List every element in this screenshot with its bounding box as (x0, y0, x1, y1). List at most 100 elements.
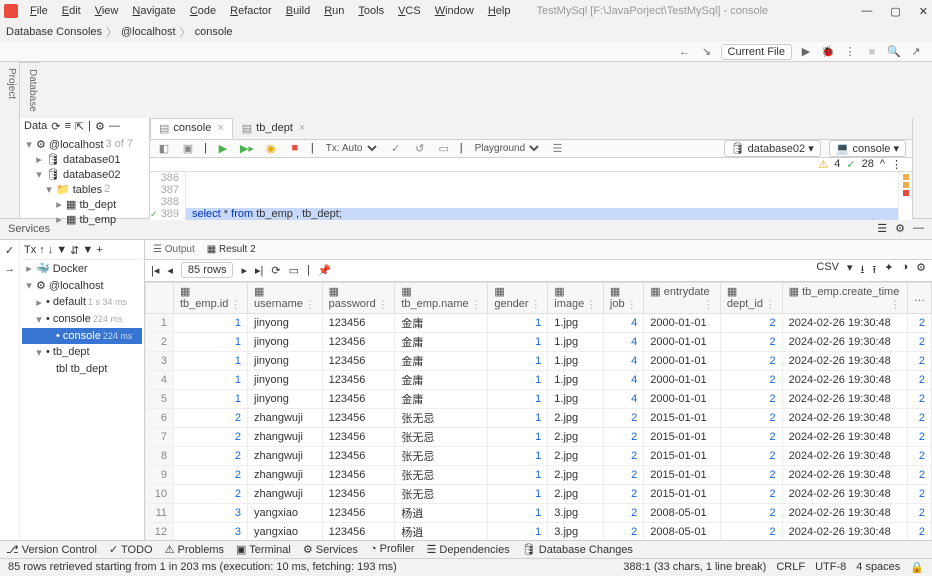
tool-btn[interactable]: ▣ (180, 142, 196, 155)
result-grid[interactable]: ▦ tb_emp.id ⋮▦ username ⋮▦ password ⋮▦ t… (145, 282, 932, 540)
toolwindow-version-control[interactable]: ⎇ Version Control (6, 543, 97, 556)
toolwindow-services[interactable]: ⚙ Services (303, 543, 358, 556)
menu-help[interactable]: Help (482, 3, 517, 19)
menu-run[interactable]: Run (318, 3, 350, 19)
tree-tables[interactable]: ▾📁 tables 2 (22, 182, 147, 197)
project-rail[interactable]: Project (0, 62, 20, 118)
gear-icon[interactable]: ⚙ (95, 120, 105, 133)
menu-window[interactable]: Window (429, 3, 480, 19)
table-row[interactable]: 41jinyong123456金庸11.jpg42000-01-0122024-… (146, 370, 932, 389)
settings-icon[interactable]: ⚙ (916, 261, 926, 280)
code-line[interactable] (186, 172, 898, 184)
code-line[interactable] (186, 184, 898, 196)
serv-tree-console[interactable]: ▾• console 224 ms (22, 311, 142, 328)
window-controls[interactable]: — ▢ ✕ (861, 5, 928, 18)
debug-icon[interactable]: 🐞 (820, 44, 836, 60)
code-line[interactable]: select * from tb_emp , tb_dept; (186, 208, 898, 220)
table-row[interactable]: 123yangxiao123456杨逍13.jpg22008-05-012202… (146, 522, 932, 540)
limit-icon[interactable]: ▭ (436, 142, 452, 155)
menu-code[interactable]: Code (184, 3, 222, 19)
serv-tree-tb_dept[interactable]: ▾• tb_dept (22, 344, 142, 361)
menu-build[interactable]: Build (280, 3, 316, 19)
close-icon[interactable]: ✕ (919, 5, 928, 18)
readonly-icon[interactable]: 🔒 (910, 561, 924, 574)
tree-database02[interactable]: ▾🛢 database02 (22, 167, 147, 182)
settings-icon[interactable]: ↗ (908, 44, 924, 60)
tree-tb_dept[interactable]: ▸▦ tb_dept (22, 197, 147, 212)
tree-database01[interactable]: ▸🛢 database01 (22, 152, 147, 167)
serv-tool[interactable]: ▼ (82, 244, 93, 257)
col-tb_emp.create_time[interactable]: ▦ tb_emp.create_time ⋮ (782, 282, 907, 313)
serv-rail-btn[interactable]: ✓ (5, 244, 14, 257)
maximize-icon[interactable]: ▢ (890, 5, 900, 18)
result-tab-Output[interactable]: ☰ Output (153, 244, 195, 255)
table-row[interactable]: 82zhangwuji123456张无忌12.jpg22015-01-01220… (146, 446, 932, 465)
menu-refactor[interactable]: Refactor (224, 3, 278, 19)
col-gender[interactable]: ▦ gender ⋮ (488, 282, 548, 313)
crumb-root[interactable]: Database Consoles (6, 26, 102, 38)
expand-icon[interactable]: ◑ (901, 261, 908, 280)
filter-icon[interactable]: ≡ (64, 120, 70, 132)
first-page-icon[interactable]: |◂ (151, 264, 159, 277)
col-tb_emp.name[interactable]: ▦ tb_emp.name ⋮ (395, 282, 488, 313)
view-icon[interactable]: ✦ (884, 261, 893, 280)
line-ending[interactable]: CRLF (776, 561, 805, 574)
table-row[interactable]: 113yangxiao123456杨逍13.jpg22008-05-012202… (146, 503, 932, 522)
serv-tool[interactable]: ↑ (39, 244, 45, 257)
console-badge[interactable]: 💻 console ▾ (829, 140, 906, 157)
table-row[interactable]: 72zhangwuji123456张无忌12.jpg22015-01-01220… (146, 427, 932, 446)
col-username[interactable]: ▦ username ⋮ (248, 282, 323, 313)
serv-tree-tb_dept[interactable]: tbl tb_dept (22, 361, 142, 377)
explain-icon[interactable]: ◉ (263, 142, 279, 155)
tool-icon[interactable]: ↘ (699, 44, 715, 60)
table-row[interactable]: 31jinyong123456金庸11.jpg42000-01-0122024-… (146, 351, 932, 370)
cursor-position[interactable]: 388:1 (33 chars, 1 line break) (623, 561, 766, 574)
refresh-icon[interactable]: ⟳ (51, 120, 60, 133)
col-image[interactable]: ▦ image ⋮ (548, 282, 604, 313)
schema-badge[interactable]: 🛢 database02 ▾ (724, 140, 821, 157)
gear-icon[interactable]: ⚙ (895, 222, 905, 235)
table-row[interactable]: 102zhangwuji123456张无忌12.jpg22015-01-0122… (146, 484, 932, 503)
tx-mode[interactable]: Tx: Auto (322, 142, 380, 155)
crumb-console[interactable]: console (195, 26, 233, 38)
table-row[interactable]: 62zhangwuji123456张无忌12.jpg22015-01-01220… (146, 408, 932, 427)
commit-icon[interactable]: ✓ (388, 142, 404, 155)
table-row[interactable]: 21jinyong123456金庸11.jpg42000-01-0122024-… (146, 332, 932, 351)
serv-tool[interactable]: ▼ (56, 244, 67, 257)
col-password[interactable]: ▦ password ⋮ (322, 282, 395, 313)
col-dept_id[interactable]: ▦ dept_id ⋮ (720, 282, 782, 313)
database-rail[interactable]: Database (20, 62, 40, 118)
serv-tool[interactable]: + (96, 244, 102, 257)
serv-tree-console[interactable]: • console 224 ms (22, 328, 142, 344)
playground-mode[interactable]: Playground (471, 142, 542, 155)
table-row[interactable]: 92zhangwuji123456张无忌12.jpg22015-01-01220… (146, 465, 932, 484)
prev-page-icon[interactable]: ◂ (167, 264, 173, 277)
col-entrydate[interactable]: ▦ entrydate ⋮ (644, 282, 721, 313)
stop-query-icon[interactable]: ■ (287, 142, 303, 154)
menu-vcs[interactable]: VCS (392, 3, 427, 19)
import-icon[interactable]: ⭱ (872, 261, 876, 280)
toolwindow-profiler[interactable]: ◔ Profiler (370, 543, 415, 555)
table-row[interactable]: 51jinyong123456金庸11.jpg42000-01-0122024-… (146, 389, 932, 408)
back-icon[interactable]: ← (677, 44, 693, 60)
encoding[interactable]: UTF-8 (815, 561, 846, 574)
code-line[interactable] (186, 196, 898, 208)
add-row-icon[interactable]: ▭ (289, 264, 299, 277)
minimize-icon[interactable]: — (913, 222, 924, 235)
serv-tree-Docker[interactable]: ▸🐳 Docker (22, 260, 142, 277)
reload-icon[interactable]: ⟳ (271, 264, 280, 277)
next-page-icon[interactable]: ▸ (241, 264, 247, 277)
menu-edit[interactable]: Edit (56, 3, 87, 19)
serv-tree-default[interactable]: ▸• default 1 s 34 ms (22, 294, 142, 311)
execute-icon[interactable]: ▶ (215, 142, 231, 155)
toolwindow-problems[interactable]: ⚠ Problems (165, 543, 224, 556)
serv-tool[interactable]: ↓ (48, 244, 54, 257)
menu-view[interactable]: View (89, 3, 125, 19)
indent[interactable]: 4 spaces (856, 561, 900, 574)
search-icon[interactable]: 🔍 (886, 44, 902, 60)
serv-rail-btn[interactable]: → (4, 263, 15, 275)
run-icon[interactable]: ▶ (798, 44, 814, 60)
last-page-icon[interactable]: ▸| (255, 264, 263, 277)
wrap-icon[interactable]: ☰ (550, 142, 566, 155)
menu-file[interactable]: File (24, 3, 54, 19)
